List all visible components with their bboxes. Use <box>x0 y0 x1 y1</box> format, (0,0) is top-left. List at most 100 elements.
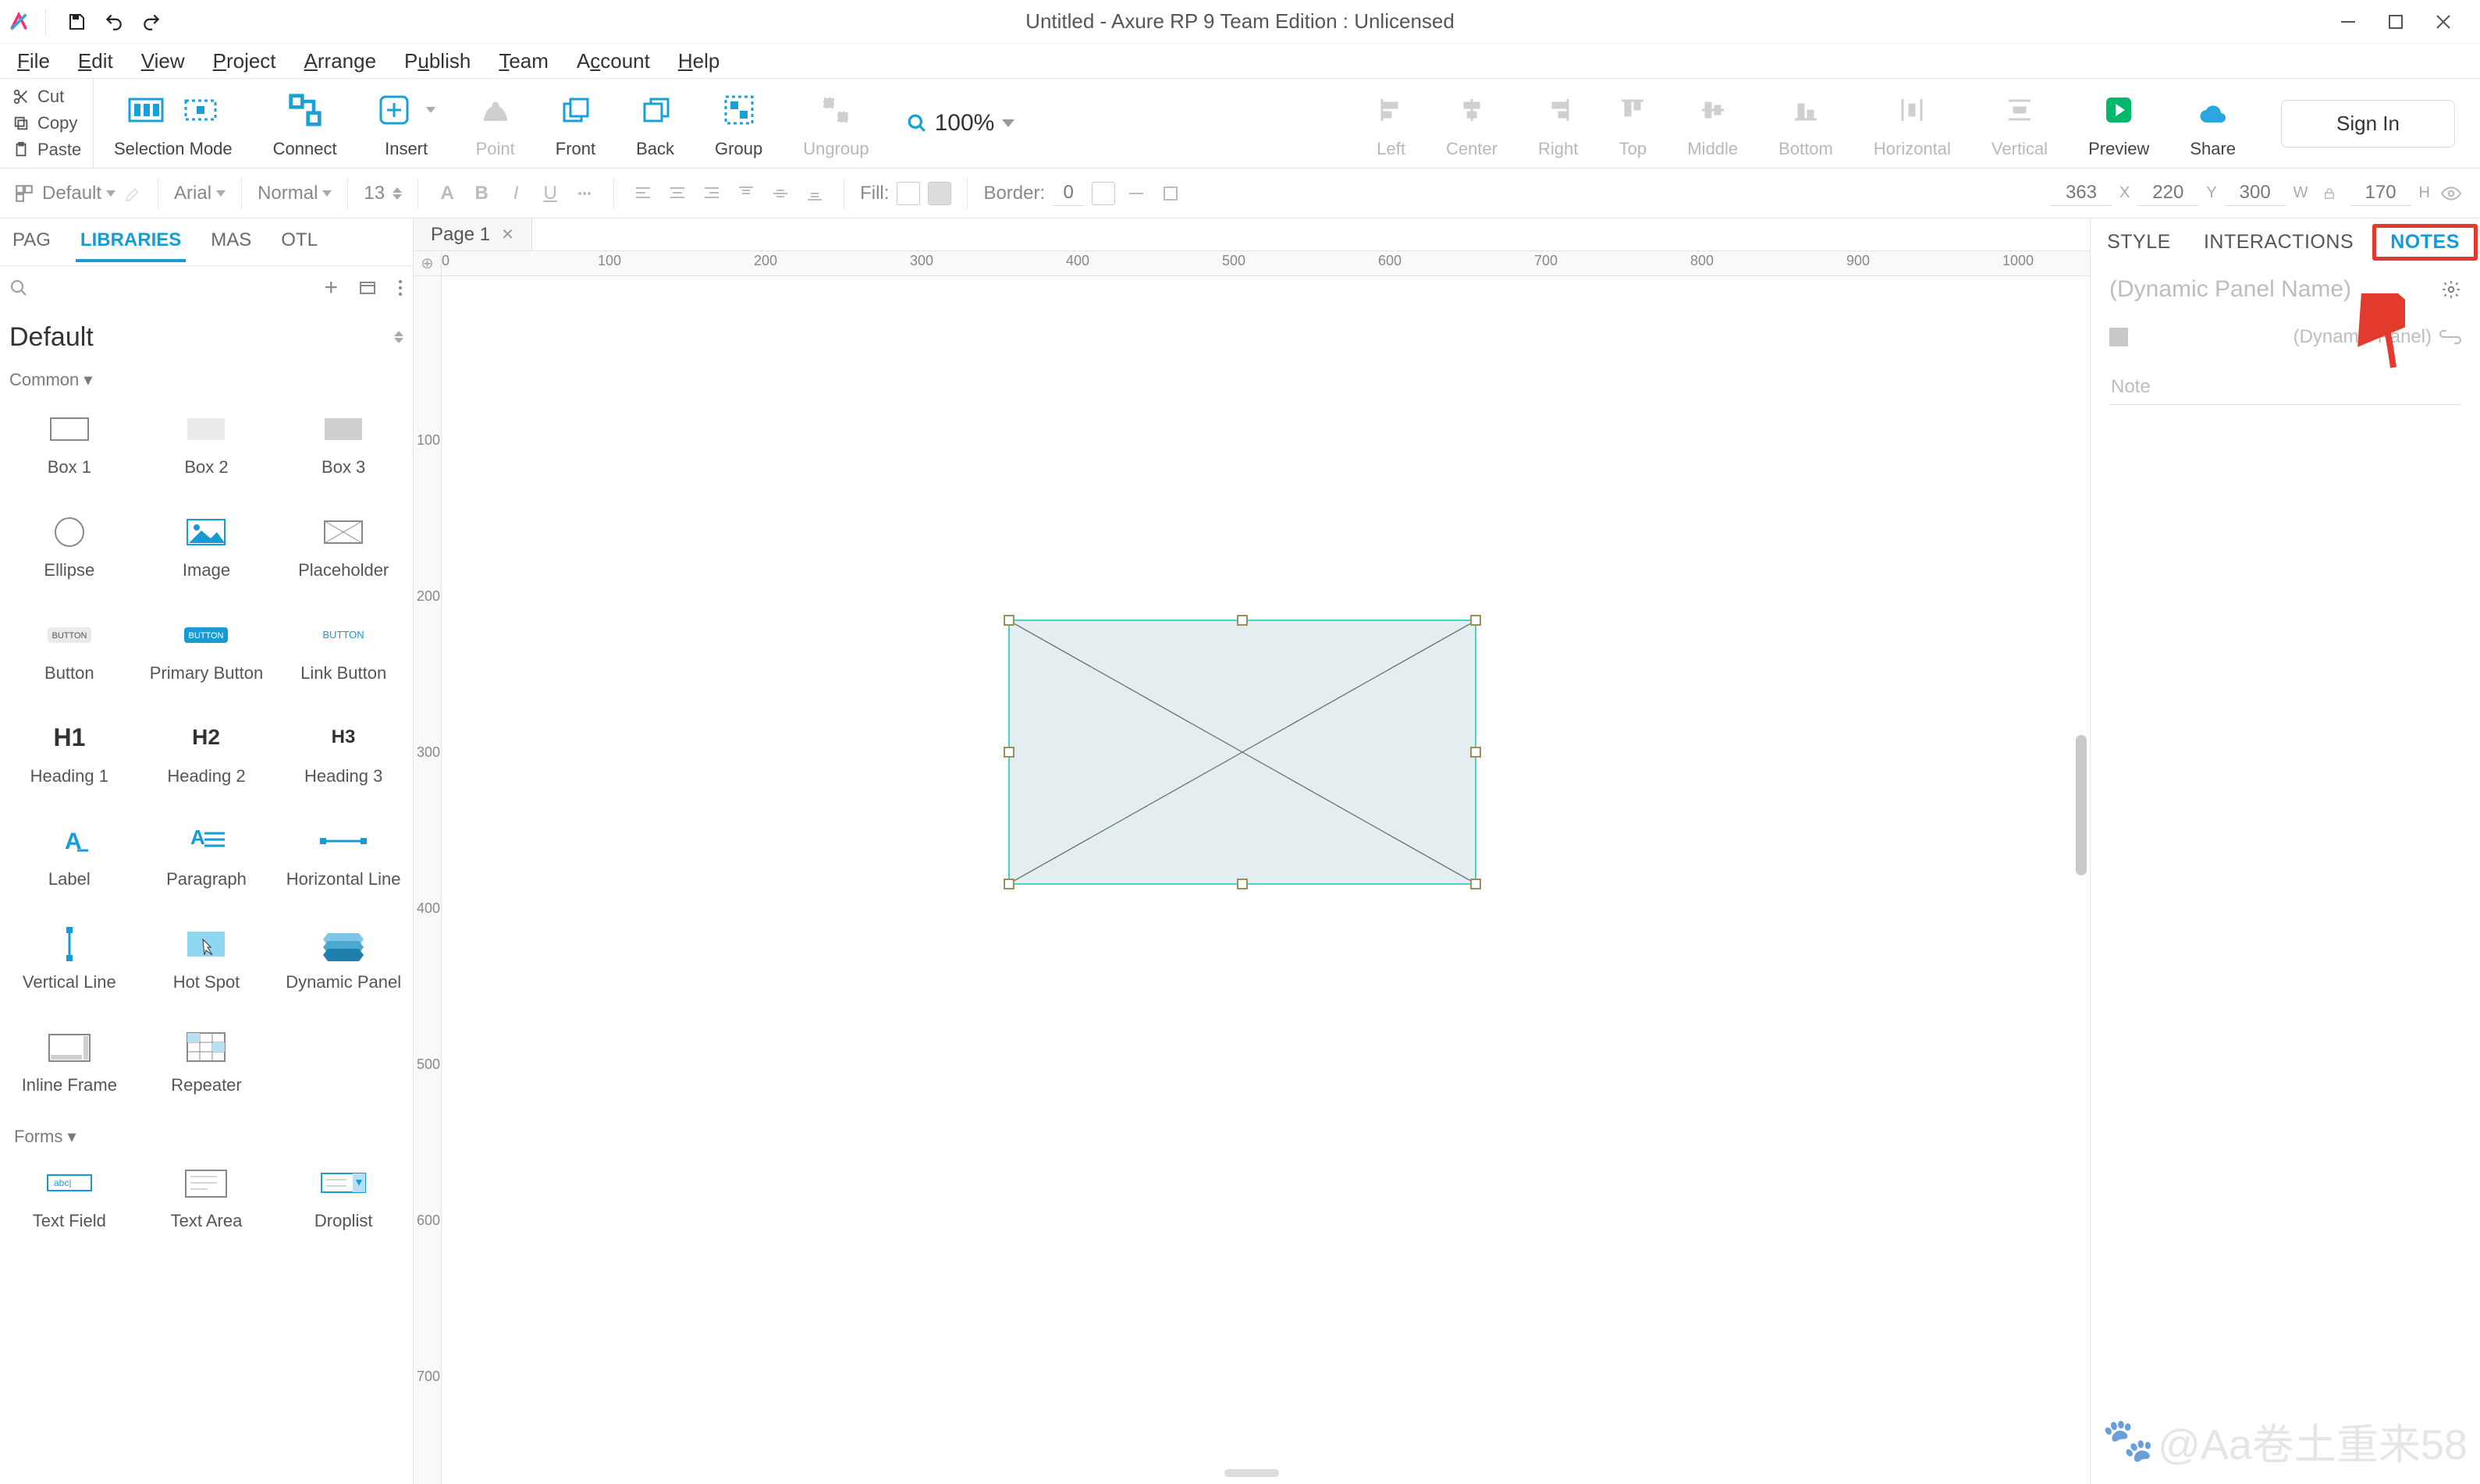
menu-help[interactable]: Help <box>667 46 730 76</box>
rtab-notes[interactable]: NOTES <box>2372 224 2478 261</box>
valign-bottom-icon[interactable] <box>801 180 828 207</box>
align-top-button[interactable]: Top <box>1598 79 1667 168</box>
align-left-button[interactable]: Left <box>1356 79 1426 168</box>
y-input[interactable] <box>2137 180 2198 206</box>
eyedropper-icon[interactable] <box>120 180 147 207</box>
copy-button[interactable]: Copy <box>8 112 85 135</box>
align-right-icon[interactable] <box>698 180 725 207</box>
distribute-vertical-button[interactable]: Vertical <box>1971 79 2068 168</box>
tab-outline[interactable]: OTL <box>276 222 322 262</box>
search-icon[interactable] <box>9 279 28 297</box>
note-input[interactable]: Note <box>2109 370 2461 405</box>
text-more-icon[interactable] <box>571 180 598 207</box>
undo-icon[interactable] <box>99 7 129 37</box>
horizontal-ruler[interactable]: 010020030040050060070080090010001100 <box>442 251 2090 276</box>
preview-button[interactable]: Preview <box>2068 79 2169 168</box>
ungroup-button[interactable]: Ungroup <box>783 79 889 168</box>
library-name-select[interactable]: Default <box>0 309 413 365</box>
page-tab[interactable]: Page 1 ✕ <box>414 218 532 250</box>
library-item[interactable]: H3Heading 3 <box>279 707 408 802</box>
fill-color-chip[interactable] <box>897 182 920 205</box>
library-item[interactable]: ALabel <box>5 810 134 905</box>
library-item[interactable]: Placeholder <box>279 501 408 596</box>
widget-name-input[interactable]: (Dynamic Panel Name) <box>2109 276 2351 303</box>
library-item[interactable]: Repeater <box>142 1016 272 1111</box>
canvas-stage[interactable] <box>442 276 2090 1484</box>
italic-icon[interactable]: I <box>503 180 529 207</box>
connect-button[interactable]: Connect <box>253 79 357 168</box>
library-item[interactable]: Dynamic Panel <box>279 913 408 1008</box>
insert-button[interactable]: Insert <box>357 79 456 168</box>
link-icon[interactable] <box>2439 330 2461 344</box>
vertical-ruler[interactable]: 100200300400500600700 <box>414 276 442 1484</box>
rtab-interactions[interactable]: INTERACTIONS <box>2190 225 2368 260</box>
font-weight-select[interactable]: Normal <box>258 183 332 204</box>
bold-icon[interactable]: B <box>468 180 495 207</box>
menu-view[interactable]: View <box>130 46 196 76</box>
library-item[interactable]: H2Heading 2 <box>142 707 272 802</box>
menu-arrange[interactable]: Arrange <box>293 46 388 76</box>
lib-section-common[interactable]: Common ▾ <box>0 365 413 395</box>
align-bottom-button[interactable]: Bottom <box>1758 79 1853 168</box>
border-width-input[interactable] <box>1053 180 1084 206</box>
fill-image-chip[interactable] <box>928 182 951 205</box>
menu-team[interactable]: Team <box>488 46 560 76</box>
library-item[interactable]: BUTTONLink Button <box>279 604 408 699</box>
close-tab-icon[interactable]: ✕ <box>501 225 514 244</box>
window-close-icon[interactable] <box>2435 13 2452 30</box>
w-input[interactable] <box>2225 180 2286 206</box>
style-select[interactable]: Default <box>42 183 115 204</box>
menu-edit[interactable]: Edit <box>67 46 124 76</box>
library-item[interactable]: AParagraph <box>142 810 272 905</box>
selection-mode-group[interactable]: Selection Mode <box>94 79 253 168</box>
lib-section-forms[interactable]: Forms ▾ <box>5 1111 408 1152</box>
more-options-icon[interactable] <box>397 279 403 297</box>
library-item[interactable]: Droplist <box>279 1152 408 1247</box>
library-item[interactable]: Inline Frame <box>5 1016 134 1111</box>
font-color-icon[interactable]: A <box>434 180 460 207</box>
underline-icon[interactable]: U <box>537 180 563 207</box>
valign-middle-icon[interactable] <box>767 180 794 207</box>
border-style-icon[interactable] <box>1123 180 1149 207</box>
group-button[interactable]: Group <box>695 79 783 168</box>
save-icon[interactable] <box>62 7 91 37</box>
align-middle-button[interactable]: Middle <box>1667 79 1758 168</box>
redo-icon[interactable] <box>137 7 166 37</box>
tab-masters[interactable]: MAS <box>206 222 256 262</box>
window-maximize-icon[interactable] <box>2388 14 2404 30</box>
ruler-origin-icon[interactable]: ⊕ <box>414 251 442 276</box>
library-options-icon[interactable] <box>358 279 377 297</box>
library-item[interactable]: Vertical Line <box>5 913 134 1008</box>
library-item[interactable]: abc|Text Field <box>5 1152 134 1247</box>
visibility-icon[interactable] <box>2438 180 2464 207</box>
bottom-grip[interactable] <box>1224 1469 1279 1477</box>
back-button[interactable]: Back <box>616 79 695 168</box>
front-button[interactable]: Front <box>535 79 616 168</box>
font-select[interactable]: Arial <box>174 183 226 204</box>
cut-button[interactable]: Cut <box>8 85 85 108</box>
align-center-icon[interactable] <box>664 180 691 207</box>
library-item[interactable]: BUTTONButton <box>5 604 134 699</box>
border-side-icon[interactable] <box>1157 180 1184 207</box>
library-item[interactable]: Image <box>142 501 272 596</box>
h-input[interactable] <box>2350 180 2411 206</box>
gear-icon[interactable] <box>2441 279 2461 300</box>
style-manager-icon[interactable] <box>11 180 37 207</box>
zoom-control[interactable]: 100% <box>890 79 1032 168</box>
library-item[interactable]: Horizontal Line <box>279 810 408 905</box>
menu-file[interactable]: File <box>6 46 61 76</box>
font-size-input[interactable]: 13 <box>364 183 385 204</box>
library-item[interactable]: Text Area <box>142 1152 272 1247</box>
library-item[interactable]: Box 2 <box>142 398 272 493</box>
font-size-stepper[interactable] <box>393 187 402 200</box>
library-item[interactable]: Hot Spot <box>142 913 272 1008</box>
add-library-icon[interactable]: + <box>324 275 338 301</box>
align-center-button[interactable]: Center <box>1426 79 1518 168</box>
library-item[interactable]: Ellipse <box>5 501 134 596</box>
point-button[interactable]: Point <box>456 79 535 168</box>
valign-top-icon[interactable] <box>733 180 759 207</box>
menu-publish[interactable]: Publish <box>393 46 481 76</box>
x-input[interactable] <box>2051 180 2112 206</box>
tab-pages[interactable]: PAG <box>8 222 55 262</box>
paste-button[interactable]: Paste <box>8 138 85 162</box>
